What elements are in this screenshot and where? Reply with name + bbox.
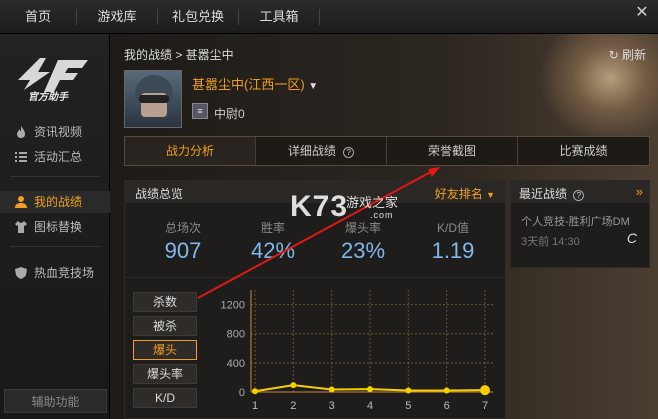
annotation-arrow — [197, 167, 439, 299]
watermark-logo: K73 — [290, 190, 349, 223]
watermark-text: 游戏之家 — [346, 195, 399, 210]
arrow-head-icon — [428, 167, 440, 177]
watermark-url: .com — [370, 210, 394, 220]
